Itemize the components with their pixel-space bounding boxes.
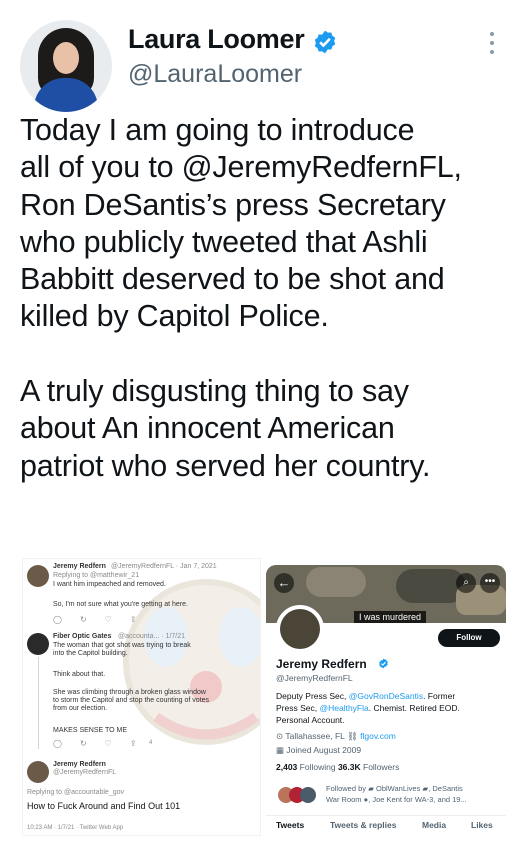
embedded-screenshot-thread[interactable]: Jeremy Redfern @JeremyRedfernFL · Jan 7,…: [22, 558, 261, 836]
tweet-body: Think about that.: [53, 671, 106, 678]
follow-stats: 2,403 Following 36.3K Followers: [276, 762, 400, 772]
followed-by-line: War Room ●, Joe Kent for WA-3, and 19...: [326, 795, 467, 804]
following-count[interactable]: 2,403: [276, 762, 297, 772]
profile-website[interactable]: flgov.com: [360, 731, 396, 741]
reply-context: Replying to @matthewir_21: [53, 572, 140, 579]
tweet-author-handle: @JeremyRedfernFL: [53, 769, 117, 776]
profile-name: Jeremy Redfern: [276, 657, 367, 671]
bio-link[interactable]: @HealthyFla: [319, 703, 368, 713]
avatar[interactable]: [20, 20, 112, 112]
bio-link[interactable]: @GovRonDeSantis: [349, 691, 423, 701]
bio-text: . Chemist. Retired EOD.: [368, 703, 460, 713]
tweet-author-name: Jeremy Redfern: [53, 563, 106, 570]
tweet-meta: @JeremyRedfernFL · Jan 7, 2021: [111, 563, 217, 570]
tweet-body: MAKES SENSE TO ME: [53, 727, 128, 734]
tweet-text: Today I am going to introduce all of you…: [20, 113, 462, 483]
follow-button[interactable]: Follow: [438, 629, 500, 647]
embedded-screenshot-profile[interactable]: ← ⌕ ••• I was murdered Follow Jeremy Red…: [266, 565, 506, 833]
flag-icon: ▰: [368, 784, 374, 793]
tweet-body: The woman that got shot was trying to br…: [53, 642, 191, 657]
bio-text: . Former: [423, 691, 456, 701]
profile-tabs: Tweets Tweets & replies Media Likes: [266, 815, 506, 833]
avatar[interactable]: [27, 761, 49, 783]
tweet-body: She was climbing through a broken glass …: [53, 689, 210, 712]
clown-face-image: [123, 579, 260, 745]
tab-tweets-replies[interactable]: Tweets & replies: [330, 820, 396, 830]
more-options-icon[interactable]: [482, 32, 502, 58]
bio-text: Personal Account.: [276, 715, 345, 725]
bio-text: Deputy Press Sec,: [276, 691, 347, 701]
bio-text: Press Sec,: [276, 703, 318, 713]
tab-tweets[interactable]: Tweets: [276, 820, 304, 830]
tweet-timestamp: 10:23 AM · 1/7/21 · Twitter Web App: [27, 825, 124, 831]
tweet-body: I want him impeached and removed.: [53, 581, 166, 588]
tab-media[interactable]: Media: [422, 820, 446, 830]
author-handle[interactable]: @LauraLoomer: [128, 60, 302, 89]
avatar[interactable]: [27, 565, 49, 587]
verified-badge-icon: [379, 658, 388, 669]
profile-avatar[interactable]: [276, 605, 324, 653]
profile-joined: ▦ Joined August 2009: [276, 745, 362, 755]
tweet-meta: @accounta... · 1/7/21: [118, 633, 186, 640]
verified-badge-icon: [314, 30, 336, 54]
profile-location: ⊙ Tallahassee, FL ⛓ flgov.com: [276, 731, 396, 741]
followers-count[interactable]: 36.3K: [338, 762, 361, 772]
location-icon: ⊙: [276, 731, 284, 741]
profile-bio-line: Press Sec, @HealthyFla. Chemist. Retired…: [276, 703, 460, 713]
link-icon: ⛓: [346, 731, 358, 741]
search-icon[interactable]: ⌕: [456, 573, 476, 593]
profile-bio-line: Deputy Press Sec, @GovRonDeSantis. Forme…: [276, 691, 455, 701]
calendar-icon: ▦: [276, 745, 285, 755]
tweet-actions[interactable]: ◯↻♡⇪: [53, 615, 155, 624]
tweet-body: How to Fuck Around and Find Out 101: [27, 801, 181, 811]
tweet-body: So, I'm not sure what you're getting at …: [53, 601, 188, 608]
profile-handle: @JeremyRedfernFL: [276, 673, 353, 683]
tab-likes[interactable]: Likes: [471, 820, 493, 830]
tweet-author-name: Fiber Optic Gates: [53, 633, 112, 640]
avatar[interactable]: [27, 633, 49, 655]
follower-avatars: [278, 785, 322, 807]
tweet-author-name: Jeremy Redfern: [53, 761, 106, 768]
author-name[interactable]: Laura Loomer: [128, 24, 305, 55]
more-options-icon[interactable]: •••: [480, 573, 500, 593]
back-arrow-icon[interactable]: ←: [274, 573, 294, 593]
followed-by-line: Followed by ▰ OblWanLives ▰, DeSantis: [326, 784, 463, 793]
tweet-actions[interactable]: ◯↻♡⇪: [53, 739, 155, 748]
like-count: 4: [149, 740, 153, 746]
banner-caption: I was murdered: [354, 611, 427, 623]
reply-context: Replying to @accountable_gov: [27, 789, 125, 796]
